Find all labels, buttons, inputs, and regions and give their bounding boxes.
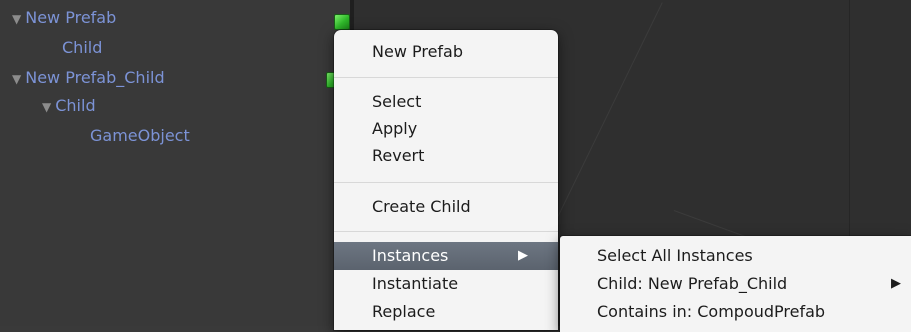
expand-arrow-icon[interactable]: ▼ bbox=[12, 5, 21, 33]
hierarchy-panel: ▼ New Prefab Child ▼ New Prefab_Child ▼ Chi… bbox=[0, 0, 350, 326]
tree-item-child-nested[interactable]: ▼ Child bbox=[42, 92, 96, 120]
menu-item-instances[interactable]: Instances ▶ bbox=[334, 242, 558, 270]
menu-item-apply[interactable]: Apply bbox=[334, 115, 558, 143]
tree-item-label: New Prefab bbox=[25, 8, 117, 27]
menu-item-new-prefab[interactable]: New Prefab bbox=[334, 38, 558, 66]
menu-item-select[interactable]: Select bbox=[334, 88, 558, 116]
menu-item-revert[interactable]: Revert bbox=[334, 142, 558, 170]
expand-arrow-icon[interactable]: ▼ bbox=[42, 93, 51, 121]
menu-item-label: Instances bbox=[372, 246, 449, 265]
submenu-item-label: Child: New Prefab_Child bbox=[597, 274, 788, 293]
tree-item-label: New Prefab_Child bbox=[25, 68, 165, 87]
tree-item-label: Child bbox=[62, 38, 103, 57]
prefab-cube-icon bbox=[334, 14, 350, 30]
submenu-item-select-all-instances[interactable]: Select All Instances bbox=[560, 242, 911, 270]
menu-item-replace[interactable]: Replace bbox=[334, 298, 558, 326]
menu-separator bbox=[334, 182, 558, 183]
tree-item-label: GameObject bbox=[90, 126, 190, 145]
context-menu: New Prefab Select Apply Revert Create Ch… bbox=[334, 30, 558, 330]
menu-item-create-child[interactable]: Create Child bbox=[334, 193, 558, 221]
submenu-arrow-icon: ▶ bbox=[518, 248, 528, 263]
instances-submenu: Select All Instances Child: New Prefab_C… bbox=[560, 236, 911, 332]
tree-item-label: Child bbox=[55, 96, 96, 115]
submenu-item-contains-in[interactable]: Contains in: CompoudPrefab bbox=[560, 298, 911, 326]
menu-separator bbox=[334, 231, 558, 232]
tree-item-new-prefab-child[interactable]: ▼ New Prefab_Child bbox=[12, 64, 165, 92]
menu-item-instantiate[interactable]: Instantiate bbox=[334, 270, 558, 298]
menu-separator bbox=[334, 77, 558, 78]
tree-item-gameobject[interactable]: GameObject bbox=[90, 122, 190, 150]
tree-item-child[interactable]: Child bbox=[62, 34, 102, 62]
tree-item-new-prefab[interactable]: ▼ New Prefab bbox=[12, 4, 116, 32]
submenu-arrow-icon: ▶ bbox=[891, 276, 901, 291]
expand-arrow-icon[interactable]: ▼ bbox=[12, 65, 21, 93]
submenu-item-child-new-prefab-child[interactable]: Child: New Prefab_Child ▶ bbox=[560, 270, 911, 298]
